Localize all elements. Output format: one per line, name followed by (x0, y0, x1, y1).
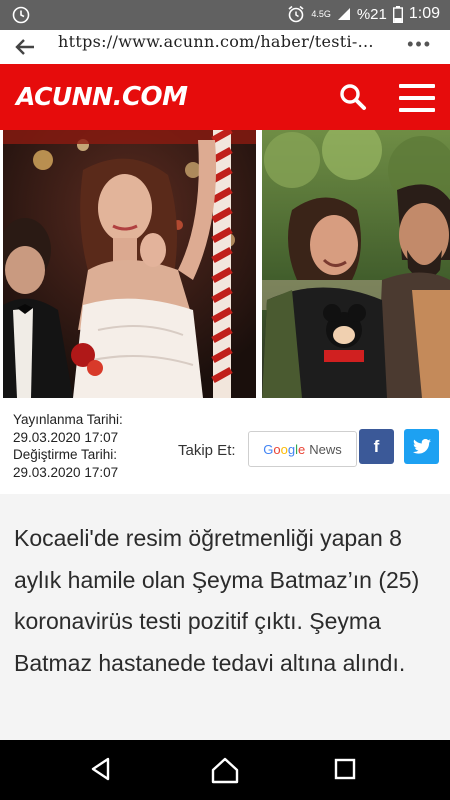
back-arrow-icon[interactable] (14, 36, 36, 58)
nav-recent-apps-icon[interactable] (334, 758, 356, 780)
nav-back-icon[interactable] (88, 756, 114, 782)
published-date: 29.03.2020 17:07 (13, 429, 119, 445)
logo-text: ACUNN (16, 82, 113, 111)
article-meta: Yayınlanma Tarihi: 29.03.2020 17:07 Deği… (0, 398, 450, 495)
article-body: Kocaeli'de resim öğretmenliği yapan 8 ay… (0, 494, 450, 740)
article-paragraph: Kocaeli'de resim öğretmenliği yapan 8 ay… (14, 525, 420, 676)
wedding-photo (3, 130, 256, 398)
facebook-share-button[interactable]: f (359, 429, 394, 464)
article-photos (0, 130, 450, 398)
logo-suffix: .COM (112, 82, 188, 112)
modified-label: Değiştirme Tarihi: (13, 447, 118, 462)
battery-icon (392, 5, 403, 23)
battery-percent: %21 (356, 5, 387, 23)
date-info: Yayınlanma Tarihi: 29.03.2020 17:07 Deği… (13, 411, 123, 481)
url-text[interactable]: https://www.acunn.com/haber/testi-... (58, 32, 388, 51)
couple-photo (262, 130, 450, 398)
modified-date: 29.03.2020 17:07 (13, 464, 119, 480)
nav-home-icon[interactable] (210, 755, 240, 785)
network-type: 4.5G (311, 8, 331, 19)
menu-icon[interactable] (399, 84, 435, 112)
google-news-button[interactable]: Go o g l e News (248, 431, 357, 467)
status-bar: 4.5G %21 1:09 (0, 0, 450, 30)
clock-icon (12, 6, 30, 24)
browser-url-bar: https://www.acunn.com/haber/testi-... ••… (0, 30, 450, 65)
site-header: ACUNN.COM (0, 64, 450, 130)
more-options-icon[interactable]: ••• (407, 34, 432, 55)
android-nav-bar (0, 740, 450, 800)
site-logo[interactable]: ACUNN.COM (16, 82, 188, 112)
published-label: Yayınlanma Tarihi: (13, 412, 123, 427)
search-icon[interactable] (339, 83, 367, 111)
facebook-icon: f (373, 436, 380, 456)
follow-label: Takip Et: (178, 442, 236, 459)
signal-icon (337, 8, 350, 20)
twitter-share-button[interactable] (404, 429, 439, 464)
alarm-icon (288, 5, 304, 23)
clock-time: 1:09 (408, 5, 440, 22)
twitter-icon (412, 439, 431, 454)
google-news-suffix: News (309, 441, 342, 457)
